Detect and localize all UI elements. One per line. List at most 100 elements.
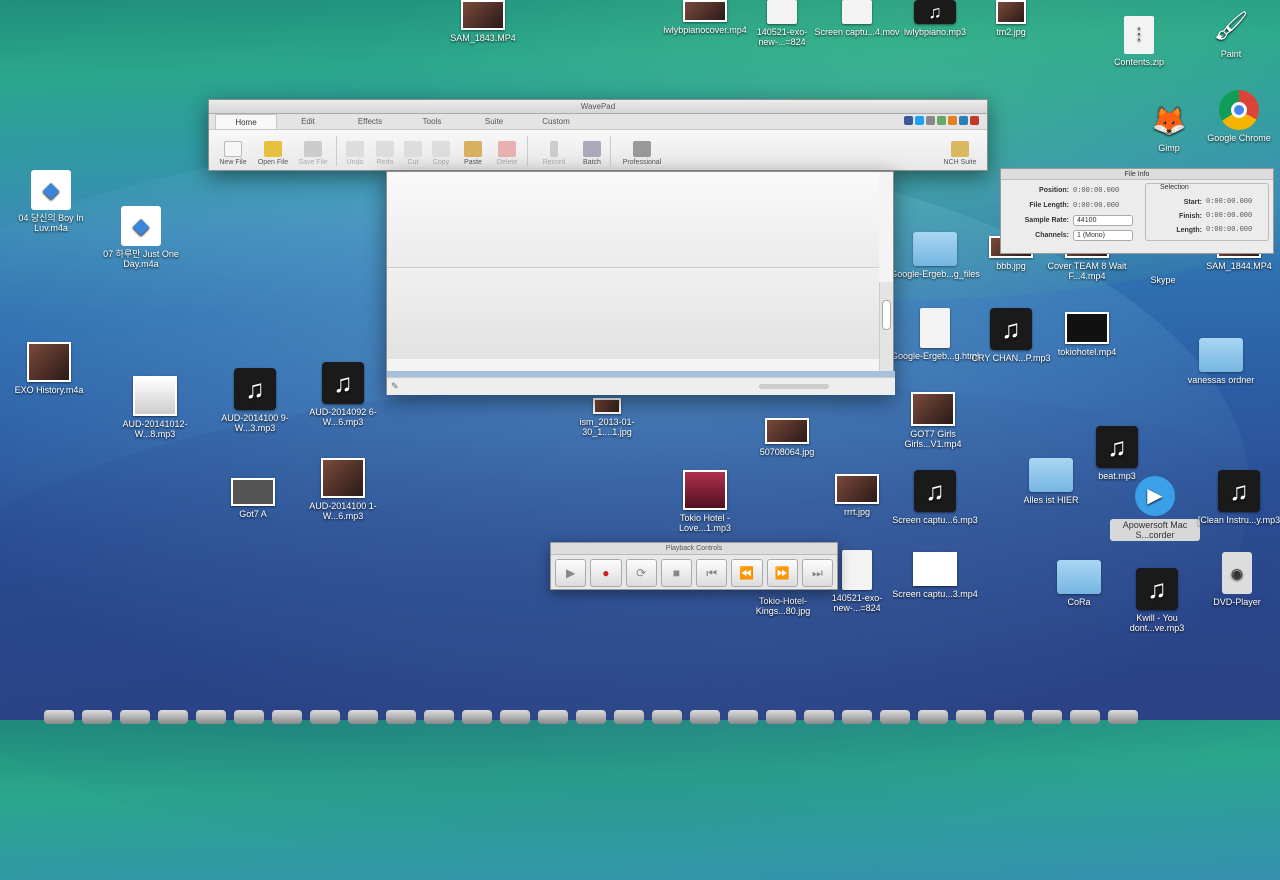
rss-icon[interactable] [948, 116, 957, 125]
dock-app-icon[interactable] [348, 710, 378, 724]
fast-forward-button[interactable]: ⏩ [766, 559, 798, 587]
desktop-icon[interactable]: Alles ist HIER [1006, 458, 1096, 505]
facebook-icon[interactable] [904, 116, 913, 125]
rewind-button[interactable]: ⏪ [731, 559, 763, 587]
desktop-icon[interactable]: ♫ AUD-2014092 6-W...6.mp3 [298, 362, 388, 427]
dock-app-icon[interactable] [120, 710, 150, 724]
open-file-button[interactable]: Open File [253, 141, 293, 166]
desktop-icon[interactable]: Screen captu...3.mp4 [890, 552, 980, 599]
undo-button[interactable]: Undo [340, 141, 370, 166]
dock-app-icon[interactable] [956, 710, 986, 724]
desktop-icon[interactable]: ♫ AUD-2014100 9-W...3.mp3 [210, 368, 300, 433]
desktop-icon[interactable]: GOT7 Girls Girls...V1.mp4 [888, 392, 978, 449]
desktop-icon[interactable]: Got7 A [208, 478, 298, 519]
tab-custom[interactable]: Custom [525, 114, 587, 129]
batch-button[interactable]: Batch [577, 141, 607, 166]
desktop-icon[interactable]: AUD-2014100 1-W...6.mp3 [298, 458, 388, 521]
dock-app-icon[interactable] [234, 710, 264, 724]
desktop-icon[interactable]: 🖌 Paint [1186, 6, 1276, 60]
desktop-icon[interactable]: tm2.jpg [966, 0, 1056, 37]
sample-rate-select[interactable]: 44100 [1073, 215, 1133, 226]
dock-app-icon[interactable] [424, 710, 454, 724]
desktop-icon[interactable]: ◆ 04 당신의 Boy In Luv.m4a [6, 170, 96, 233]
skip-end-button[interactable]: ⏭ [801, 559, 833, 587]
dock-app-icon[interactable] [842, 710, 872, 724]
desktop-icon[interactable]: ⋮ Contents.zip [1094, 16, 1184, 67]
save-file-button[interactable]: Save File [293, 141, 333, 166]
tab-tools[interactable]: Tools [401, 114, 463, 129]
web-icon[interactable] [926, 116, 935, 125]
new-file-button[interactable]: New File [213, 141, 253, 166]
info-icon[interactable] [959, 116, 968, 125]
waveform-bottom-pane[interactable] [387, 269, 879, 359]
waveform-top-pane[interactable] [387, 172, 879, 268]
zoom-slider[interactable] [759, 384, 829, 389]
desktop-icon[interactable]: ♫ Kwill - You dont...ve.mp3 [1112, 568, 1202, 633]
record-button[interactable]: Record [531, 141, 577, 166]
dock-app-icon[interactable] [614, 710, 644, 724]
dock-app-icon[interactable] [386, 710, 416, 724]
dock-app-icon[interactable] [538, 710, 568, 724]
dock-app-icon[interactable] [994, 710, 1024, 724]
copy-button[interactable]: Copy [426, 141, 456, 166]
desktop-icon[interactable]: CoRa [1034, 560, 1124, 607]
tab-edit[interactable]: Edit [277, 114, 339, 129]
vertical-scrollbar[interactable] [879, 282, 893, 372]
editor-area: ✎ [386, 171, 895, 395]
desktop-icon[interactable]: Screen captu...4.mov [812, 0, 902, 37]
dock-app-icon[interactable] [1032, 710, 1062, 724]
cut-button[interactable]: Cut [400, 141, 426, 166]
dock-app-icon[interactable] [272, 710, 302, 724]
desktop-icon[interactable]: AUD-20141012-W...8.mp3 [110, 376, 200, 439]
desktop-icon[interactable]: ◆ 07 하루만 Just One Day.m4a [96, 206, 186, 269]
desktop-icon[interactable]: ◉ DVD-Player [1192, 552, 1280, 607]
dock-app-icon[interactable] [804, 710, 834, 724]
dock-app-icon[interactable] [196, 710, 226, 724]
desktop-icon[interactable]: 50708064.jpg [742, 418, 832, 457]
pencil-icon[interactable]: ✎ [391, 381, 399, 392]
desktop-icon[interactable]: ism_2013-01-30_1....1.jpg [562, 398, 652, 437]
dock-app-icon[interactable] [500, 710, 530, 724]
dock-app-icon[interactable] [766, 710, 796, 724]
dock-app-icon[interactable] [44, 710, 74, 724]
desktop-icon[interactable]: Tokio Hotel - Love...1.mp3 [660, 470, 750, 533]
loop-button[interactable]: ⟳ [625, 559, 657, 587]
dock-app-icon[interactable] [1108, 710, 1138, 724]
close-icon[interactable] [970, 116, 979, 125]
tab-home[interactable]: Home [215, 114, 277, 129]
tab-suite[interactable]: Suite [463, 114, 525, 129]
desktop-icon[interactable]: Google Chrome [1194, 90, 1280, 143]
desktop-icon[interactable]: ▶ Apowersoft Mac S...corder [1110, 476, 1200, 541]
dock-app-icon[interactable] [462, 710, 492, 724]
nch-suite-button[interactable]: NCH Suite [937, 141, 983, 166]
dock-app-icon[interactable] [576, 710, 606, 724]
desktop-icon[interactable]: vanessas ordner [1176, 338, 1266, 385]
desktop-icon[interactable]: ♫ [Clean Instru...y.mp3 [1194, 470, 1280, 525]
redo-button[interactable]: Redo [370, 141, 400, 166]
dock-app-icon[interactable] [918, 710, 948, 724]
desktop-icon[interactable]: SAM_1843.MP4 [438, 0, 528, 43]
tab-effects[interactable]: Effects [339, 114, 401, 129]
channels-select[interactable]: 1 (Mono) [1073, 230, 1133, 241]
dock-app-icon[interactable] [158, 710, 188, 724]
desktop-icon[interactable]: tokiohotel.mp4 [1042, 312, 1132, 357]
desktop-icon[interactable]: EXO History.m4a [4, 342, 94, 395]
dock-app-icon[interactable] [82, 710, 112, 724]
professional-button[interactable]: Professional [614, 141, 670, 166]
stop-button[interactable]: ■ [660, 559, 692, 587]
dock-app-icon[interactable] [1070, 710, 1100, 724]
dock-app-icon[interactable] [310, 710, 340, 724]
skip-start-button[interactable]: ⏮ [696, 559, 728, 587]
dock-app-icon[interactable] [880, 710, 910, 724]
play-button[interactable]: ▶ [555, 559, 587, 587]
help-icon[interactable] [937, 116, 946, 125]
desktop-icon[interactable]: rrrt.jpg [812, 474, 902, 517]
dock-app-icon[interactable] [728, 710, 758, 724]
twitter-icon[interactable] [915, 116, 924, 125]
dock-app-icon[interactable] [690, 710, 720, 724]
delete-button[interactable]: Delete [490, 141, 524, 166]
dock-app-icon[interactable] [652, 710, 682, 724]
record-button[interactable]: ● [590, 559, 622, 587]
paste-button[interactable]: Paste [456, 141, 490, 166]
desktop-icon[interactable]: ♫ Screen captu...6.mp3 [890, 470, 980, 525]
